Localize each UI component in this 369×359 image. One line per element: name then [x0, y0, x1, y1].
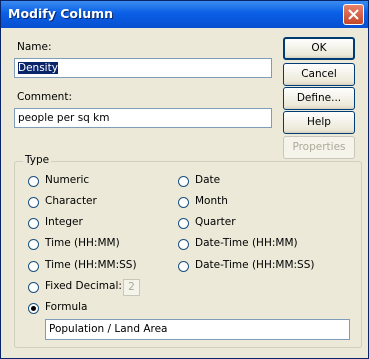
radio-circle[interactable]	[178, 176, 189, 187]
radio-label: Time (HH:MM:SS)	[45, 259, 137, 271]
radio-circle[interactable]	[28, 239, 39, 250]
radio-label: Character	[45, 195, 97, 207]
radio-label: Date	[195, 174, 221, 186]
close-button[interactable]	[343, 4, 364, 25]
name-field[interactable]: Density	[14, 58, 272, 78]
radio-label: Date-Time (HH:MM:SS)	[195, 259, 315, 271]
comment-field[interactable]: people per sq km	[14, 108, 272, 128]
fixed-decimal-field[interactable]: 2	[123, 279, 140, 296]
radio-label: Formula	[45, 301, 88, 313]
radio-label: Time (HH:MM)	[45, 237, 120, 249]
help-button[interactable]: Help	[283, 111, 355, 134]
radio-label: Month	[195, 195, 228, 207]
radio-label: Integer	[45, 216, 83, 228]
radio-circle[interactable]	[28, 261, 39, 272]
name-label: Name:	[17, 41, 52, 53]
radio-circle[interactable]	[28, 197, 39, 208]
name-value: Density	[18, 62, 58, 74]
type-group-label: Type	[23, 154, 52, 166]
define-button[interactable]: Define...	[283, 87, 355, 110]
comment-value: people per sq km	[18, 112, 110, 124]
radio-dot	[31, 306, 36, 311]
radio-circle[interactable]	[28, 218, 39, 229]
radio-label: Fixed Decimal:	[45, 280, 122, 292]
radio-circle-checked[interactable]	[28, 303, 39, 314]
radio-circle[interactable]	[178, 239, 189, 250]
radio-label: Numeric	[45, 174, 90, 186]
radio-label: Date-Time (HH:MM)	[195, 237, 298, 249]
radio-circle[interactable]	[28, 176, 39, 187]
ok-button[interactable]: OK	[283, 37, 355, 60]
modify-column-dialog: Modify Column Name: Density Comment: peo…	[0, 0, 369, 359]
dialog-title: Modify Column	[8, 6, 114, 21]
radio-circle[interactable]	[178, 218, 189, 229]
close-icon	[348, 9, 359, 20]
formula-value: Population / Land Area	[49, 323, 168, 335]
cancel-button[interactable]: Cancel	[283, 63, 355, 86]
radio-label: Quarter	[195, 216, 236, 228]
comment-label: Comment:	[17, 91, 72, 103]
properties-button[interactable]: Properties	[283, 136, 355, 159]
radio-circle[interactable]	[28, 282, 39, 293]
radio-circle[interactable]	[178, 261, 189, 272]
title-bar[interactable]: Modify Column	[1, 1, 368, 28]
radio-circle[interactable]	[178, 197, 189, 208]
formula-field[interactable]: Population / Land Area	[45, 319, 350, 340]
